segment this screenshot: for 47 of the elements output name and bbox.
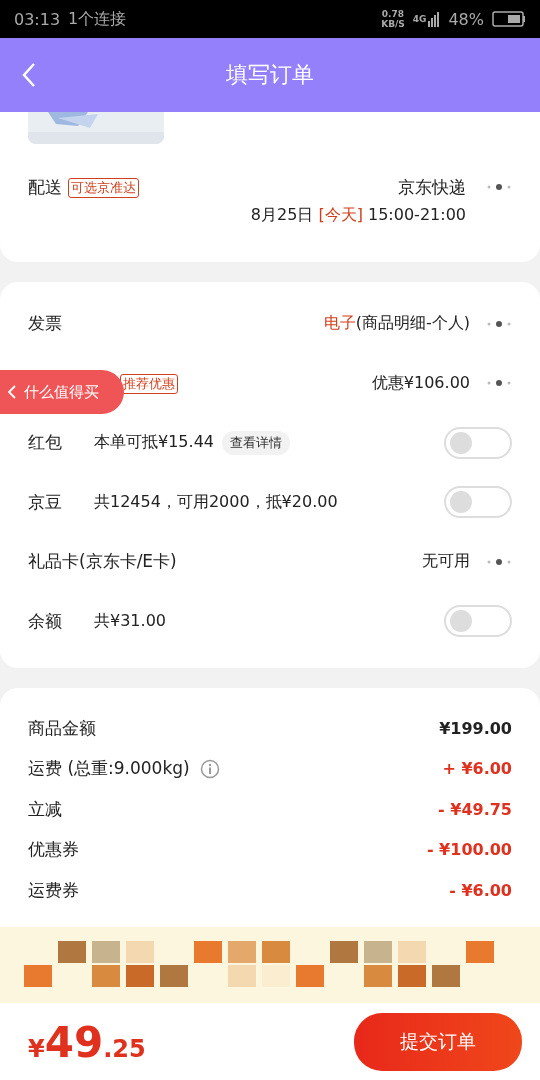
toggle-switch[interactable] [444, 486, 512, 519]
submit-button[interactable]: 提交订单 [354, 1013, 522, 1071]
summary-amount: - ¥6.00 [449, 880, 512, 900]
summary-label: 商品金额 [28, 716, 96, 740]
summary-label: 立减 [28, 797, 62, 821]
summary-label: 运费 (总重:9.000kg) [28, 757, 190, 781]
battery-icon [492, 11, 526, 27]
carrier-text: 京东快递 [398, 176, 466, 199]
delivery-tag[interactable]: 可选京准达 [68, 178, 139, 198]
summary-amount: - ¥100.00 [426, 840, 512, 860]
summary-amount: ¥199.00 [439, 718, 512, 738]
option-label: 礼品卡(京东卡/E卡) [28, 550, 177, 574]
page-title: 填写订单 [226, 61, 314, 89]
option-detail: 共12454，可用2000，抵¥20.00 [94, 491, 338, 513]
summary-label: 运费券 [28, 878, 79, 902]
option-detail: 本单可抵¥15.44 [94, 432, 214, 454]
more-icon[interactable] [486, 380, 512, 387]
summary-amount: + ¥6.00 [442, 759, 512, 779]
floating-button[interactable]: 什么值得买 [0, 370, 124, 414]
option-label: 余额 [28, 609, 63, 633]
summary-label: 优惠券 [28, 838, 79, 862]
option-detail: 共¥31.00 [94, 610, 166, 632]
status-time: 03:13 [14, 9, 61, 29]
battery-percent: 48% [448, 9, 484, 29]
back-icon [8, 385, 16, 399]
more-icon[interactable] [486, 320, 512, 327]
option-value: 电子(商品明细-个人) [323, 313, 470, 335]
toggle-switch[interactable] [444, 426, 512, 459]
summary-amount: - ¥49.75 [438, 799, 512, 819]
network-speed: 0.78 KB/S [381, 9, 405, 29]
more-icon[interactable] [486, 184, 512, 190]
option-label: 红包 [28, 431, 63, 455]
option-label: 京豆 [28, 490, 63, 514]
hotspot-text: 1个连接 [68, 8, 127, 30]
toggle-switch[interactable] [444, 605, 512, 638]
total-price: ¥49.25 [28, 1017, 146, 1067]
signal-icon [428, 11, 441, 27]
delivery-label: 配送 [28, 176, 62, 199]
back-icon[interactable] [22, 62, 36, 88]
option-label: 发票 [28, 312, 63, 336]
delivery-time: 8月25日 [今天] 15:00-21:00 [250, 205, 466, 226]
network-type: 4G [412, 14, 427, 24]
more-icon[interactable] [486, 558, 512, 565]
option-value: 无可用 [422, 551, 470, 573]
option-value: 优惠¥106.00 [371, 372, 470, 394]
info-icon[interactable] [199, 758, 220, 779]
details-button[interactable]: 查看详情 [222, 430, 290, 455]
